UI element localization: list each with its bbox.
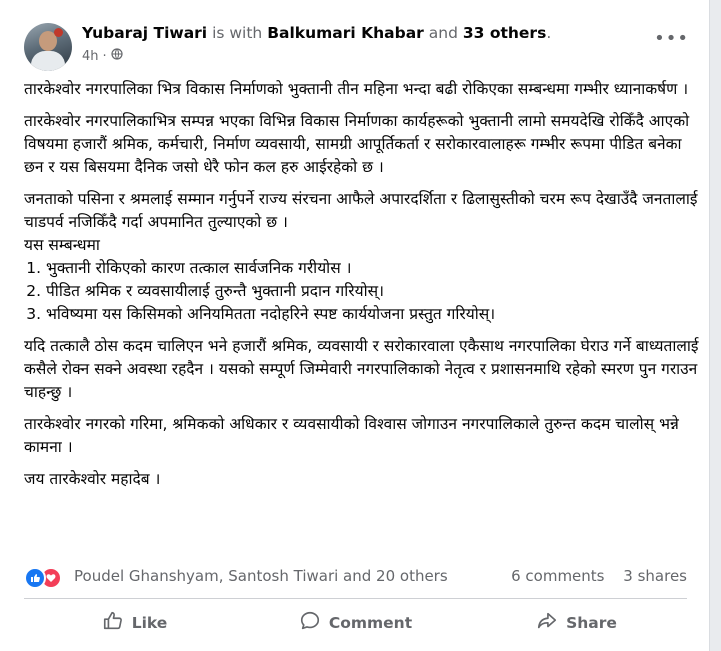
list-item: पीडित श्रमिक र व्यवसायीलाई तुरुन्तै भुक्… — [46, 280, 704, 303]
author-line: Yubaraj Tiwari is with Balkumari Khabar … — [82, 24, 551, 42]
like-button[interactable]: Like — [24, 604, 245, 642]
separator-dot: · — [102, 48, 107, 64]
post-paragraph: यदि तत्कालै ठोस कदम चालिएन भने हजारौं श्… — [24, 337, 699, 401]
post-meta: 4h · — [82, 48, 123, 64]
globe-icon — [111, 48, 123, 64]
post-paragraph: तारकेश्वोर नगरपालिकाभित्र सम्पन्न भएका व… — [24, 112, 690, 176]
list-heading: यस सम्बन्धमा — [24, 236, 100, 254]
list-item: भुक्तानी रोकिएको कारण तत्काल सार्वजनिक ग… — [46, 257, 704, 280]
comment-button[interactable]: Comment — [245, 604, 466, 642]
share-label: Share — [566, 614, 617, 632]
post-paragraph: जनताको पसिना र श्रमलाई सम्मान गर्नुपर्ने… — [24, 190, 698, 231]
avatar-body — [31, 51, 65, 71]
thumbs-up-icon — [102, 610, 124, 636]
share-icon — [536, 610, 558, 636]
comment-icon — [299, 610, 321, 636]
reactions-bar: Poudel Ghanshyam, Santosh Tiwari and 20 … — [24, 566, 687, 589]
engagement-counts: 6 comments 3 shares — [497, 567, 687, 585]
reaction-names[interactable]: Poudel Ghanshyam, Santosh Tiwari and 20 … — [74, 567, 448, 585]
action-bar: Like Comment Share — [24, 604, 687, 642]
and-text: and — [428, 24, 458, 42]
reaction-icons[interactable] — [24, 566, 70, 589]
period: . — [546, 24, 552, 42]
list-item: भविष्यमा यस किसिमको अनियमितता नदोहरिने स… — [46, 303, 704, 326]
post-content: तारकेश्वोर नगरपालिका भित्र विकास निर्माण… — [24, 78, 704, 500]
divider — [24, 598, 687, 599]
post-time[interactable]: 4h — [82, 49, 99, 64]
tagged-page[interactable]: Balkumari Khabar — [267, 24, 424, 42]
post-header: Yubaraj Tiwari is with Balkumari Khabar … — [24, 20, 689, 71]
comments-count[interactable]: 6 comments — [511, 567, 604, 585]
post-paragraph: तारकेश्वोर नगरपालिका भित्र विकास निर्माण… — [24, 80, 689, 98]
more-options-icon[interactable]: ••• — [654, 28, 689, 49]
avatar[interactable] — [24, 23, 72, 71]
like-label: Like — [131, 614, 168, 632]
post-paragraph: जय तारकेश्वोर महादेब । — [24, 470, 161, 488]
with-text: is with — [212, 24, 263, 42]
avatar-badge — [54, 28, 63, 37]
post-paragraph: तारकेश्वोर नगरको गरिमा, श्रमिकको अधिकार … — [24, 415, 679, 456]
author-name[interactable]: Yubaraj Tiwari — [82, 24, 207, 42]
shares-count[interactable]: 3 shares — [623, 567, 687, 585]
tagged-others[interactable]: 33 others — [463, 24, 546, 42]
comment-label: Comment — [328, 614, 413, 632]
post-card: Yubaraj Tiwari is with Balkumari Khabar … — [0, 0, 710, 651]
demand-list: भुक्तानी रोकिएको कारण तत्काल सार्वजनिक ग… — [24, 257, 704, 326]
share-button[interactable]: Share — [466, 604, 687, 642]
like-reaction-icon — [24, 567, 46, 589]
